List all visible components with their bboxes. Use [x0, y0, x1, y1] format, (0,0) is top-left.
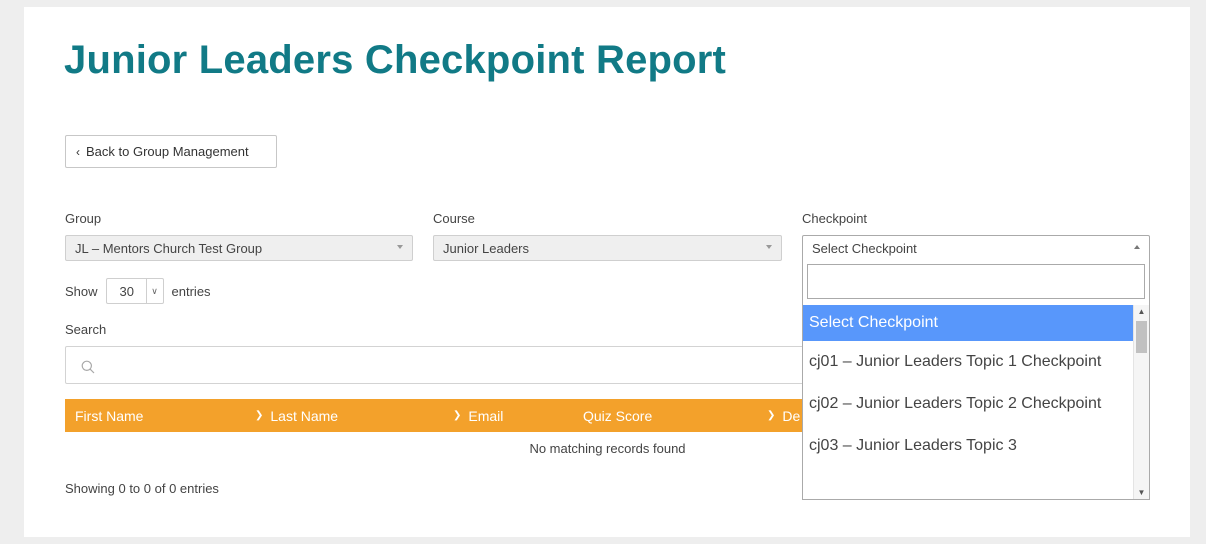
chevron-left-icon: ‹ — [76, 144, 80, 159]
column-label: First Name — [75, 407, 144, 424]
scrollbar-thumb[interactable] — [1136, 321, 1147, 353]
column-label: Email — [468, 407, 504, 424]
checkpoint-select-value: Select Checkpoint — [812, 240, 917, 256]
chevron-down-icon — [397, 245, 403, 249]
chevron-down-icon — [766, 245, 772, 249]
chevron-up-icon — [1134, 245, 1140, 249]
chevron-down-icon: ∨ — [145, 279, 163, 303]
search-icon — [81, 360, 95, 374]
checkpoint-search-input[interactable] — [807, 264, 1145, 299]
search-label: Search — [65, 322, 107, 337]
scroll-down-icon[interactable]: ▼ — [1134, 486, 1149, 499]
scroll-up-icon[interactable]: ▲ — [1134, 305, 1149, 319]
page-length-select[interactable]: 30 ∨ — [105, 278, 164, 304]
column-label: Quiz Score — [583, 407, 653, 424]
group-select[interactable]: JL – Mentors Church Test Group — [65, 235, 413, 261]
checkpoint-option[interactable]: cj03 – Junior Leaders Topic 3 — [803, 425, 1135, 467]
sort-arrow-icon: ❯ — [767, 410, 776, 421]
checkpoint-select[interactable]: Select Checkpoint — [802, 235, 1150, 261]
checkpoint-label: Checkpoint — [802, 211, 868, 226]
sort-arrow-icon: ❯ — [453, 410, 462, 421]
show-label: Show — [65, 283, 98, 299]
column-label: Last Name — [270, 407, 339, 424]
course-label: Course — [433, 211, 475, 226]
course-select-value: Junior Leaders — [443, 240, 529, 256]
course-select[interactable]: Junior Leaders — [433, 235, 782, 261]
checkpoint-option[interactable]: cj02 – Junior Leaders Topic 2 Checkpoint — [803, 383, 1135, 425]
checkpoint-option[interactable]: Select Checkpoint — [803, 305, 1135, 341]
group-select-value: JL – Mentors Church Test Group — [75, 240, 263, 256]
column-header-first-name[interactable]: First Name — [75, 399, 143, 432]
column-label: De — [782, 407, 801, 424]
column-header-de[interactable]: ❯ De — [767, 399, 800, 432]
back-to-group-management-button[interactable]: ‹ Back to Group Management — [65, 135, 277, 168]
column-header-quiz-score[interactable]: Quiz Score — [583, 399, 652, 432]
checkpoint-options-list: Select Checkpoint cj01 – Junior Leaders … — [803, 305, 1135, 467]
table-info: Showing 0 to 0 of 0 entries — [65, 481, 219, 496]
sort-arrow-icon: ❯ — [255, 410, 264, 421]
page-title: Junior Leaders Checkpoint Report — [64, 38, 727, 82]
entries-label: entries — [171, 283, 211, 299]
page-length-control: Show 30 ∨ entries — [65, 277, 211, 305]
column-header-last-name[interactable]: ❯ Last Name — [255, 399, 338, 432]
dropdown-scrollbar[interactable]: ▲ ▼ — [1133, 305, 1149, 499]
page-length-value: 30 — [119, 283, 134, 299]
back-button-label: Back to Group Management — [86, 144, 249, 159]
group-label: Group — [65, 211, 102, 226]
checkpoint-option[interactable]: cj01 – Junior Leaders Topic 1 Checkpoint — [803, 341, 1135, 383]
checkpoint-dropdown: Select Checkpoint cj01 – Junior Leaders … — [802, 260, 1150, 500]
column-header-email[interactable]: ❯ Email — [453, 399, 503, 432]
